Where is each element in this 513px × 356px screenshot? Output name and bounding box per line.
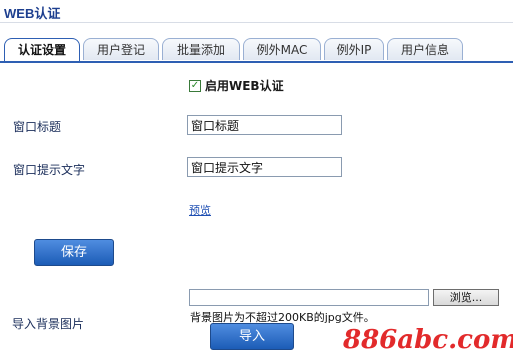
window-title-label: 窗口标题 xyxy=(13,120,62,134)
window-hint-input[interactable] xyxy=(187,157,342,177)
tab-batch-add[interactable]: 批量添加 xyxy=(162,38,240,60)
save-button[interactable]: 保存 xyxy=(34,239,114,266)
tab-user-register[interactable]: 用户登记 xyxy=(83,38,159,60)
import-background-label: 导入背景图片 xyxy=(12,317,85,331)
tab-underline xyxy=(0,61,513,63)
title-divider xyxy=(0,22,513,23)
window-hint-label: 窗口提示文字 xyxy=(13,163,86,177)
preview-link[interactable]: 预览 xyxy=(189,202,211,218)
import-button[interactable]: 导入 xyxy=(210,323,294,350)
tab-auth-settings[interactable]: 认证设置 xyxy=(4,38,80,62)
browse-button[interactable]: 浏览... xyxy=(433,289,499,306)
tab-exception-mac[interactable]: 例外MAC xyxy=(243,38,321,60)
enable-web-auth-label: 启用WEB认证 xyxy=(205,79,284,93)
enable-web-auth-row: ✓ 启用WEB认证 xyxy=(189,77,284,94)
enable-web-auth-checkbox[interactable]: ✓ xyxy=(189,79,201,92)
watermark-logo: 886abc.com xyxy=(343,325,513,355)
background-file-input[interactable] xyxy=(189,289,429,306)
window-title-input[interactable] xyxy=(187,115,342,135)
tab-user-info[interactable]: 用户信息 xyxy=(387,38,463,60)
tab-exception-ip[interactable]: 例外IP xyxy=(324,38,384,60)
page-title: WEB认证 xyxy=(4,6,61,21)
